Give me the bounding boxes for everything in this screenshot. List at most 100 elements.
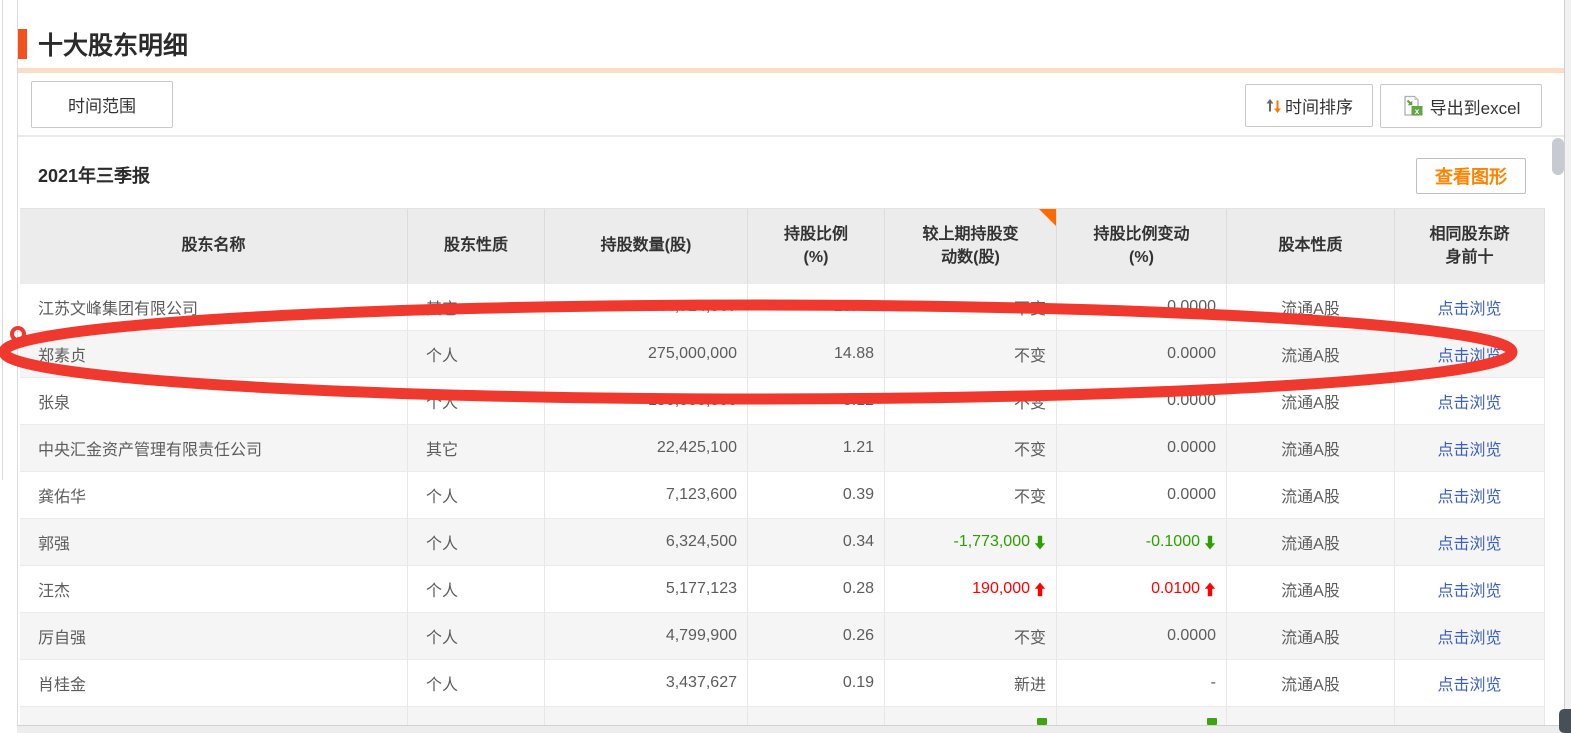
cell-shareholder-nature: 个人 — [408, 331, 545, 377]
cell-holding-ratio: 0.26 — [748, 613, 885, 659]
column-header: 持股数量(股) — [545, 209, 748, 283]
page-title: 十大股东明细 — [38, 26, 188, 62]
view-link[interactable]: 点击浏览 — [1437, 483, 1501, 507]
cell-ratio-change: 0.0000 — [1057, 378, 1227, 424]
cell-shares-held: 5,177,123 — [545, 566, 748, 612]
cell-empty — [885, 707, 1057, 725]
cell-equity-nature: 流通A股 — [1227, 472, 1395, 518]
column-header: 较上期持股变 动数(股) — [885, 209, 1057, 283]
cell-shares-held: 4,799,900 — [545, 613, 748, 659]
cell-shareholder-name: 张泉 — [20, 378, 408, 424]
cell-shareholder-name: 郭强 — [20, 519, 408, 565]
cell-shares-held: 7,123,600 — [545, 472, 748, 518]
cell-shareholder-nature: 个人 — [408, 519, 545, 565]
column-header: 持股比例 (%) — [748, 209, 885, 283]
sort-arrows-icon — [1265, 98, 1283, 114]
view-chart-label: 查看图形 — [1435, 163, 1507, 189]
cell-shareholder-nature: 其它 — [408, 425, 545, 471]
view-link[interactable]: 点击浏览 — [1437, 342, 1501, 366]
time-range-button[interactable]: 时间范围 — [31, 81, 173, 128]
window-right-edge — [1564, 0, 1571, 733]
cell-equity-nature: 流通A股 — [1227, 660, 1395, 706]
cell-shareholder-nature: 个人 — [408, 566, 545, 612]
cell-holding-ratio: 0.34 — [748, 519, 885, 565]
cell-share-change: 新进 — [885, 660, 1057, 706]
green-arrow-tip — [1037, 718, 1047, 725]
cell-ratio-change: 0.0000 — [1057, 472, 1227, 518]
view-link[interactable]: 点击浏览 — [1437, 671, 1501, 695]
cell-equity-nature: 流通A股 — [1227, 613, 1395, 659]
view-link[interactable]: 点击浏览 — [1437, 530, 1501, 554]
view-link[interactable]: 点击浏览 — [1437, 389, 1501, 413]
cell-shareholder-name: 汪杰 — [20, 566, 408, 612]
cell-equity-nature: 流通A股 — [1227, 284, 1395, 330]
cell-shareholder-nature: 个人 — [408, 660, 545, 706]
table-row: 郭强个人6,324,5000.34-1,773,000-0.1000流通A股点击… — [20, 518, 1545, 565]
cell-track-link: 点击浏览 — [1395, 425, 1545, 471]
column-header: 股东性质 — [408, 209, 545, 283]
cell-equity-nature: 流通A股 — [1227, 425, 1395, 471]
cell-track-link: 点击浏览 — [1395, 613, 1545, 659]
table-row: 中央汇金资产管理有限责任公司其它22,425,1001.21不变0.0000流通… — [20, 424, 1545, 471]
bottom-cutoff-band — [17, 725, 1564, 733]
cell-shareholder-nature: 个人 — [408, 472, 545, 518]
table-row: 张泉个人150,000,0008.12不变0.0000流通A股点击浏览 — [20, 377, 1545, 424]
cell-share-change: 不变 — [885, 331, 1057, 377]
view-link[interactable]: 点击浏览 — [1437, 295, 1501, 319]
cell-track-link: 点击浏览 — [1395, 472, 1545, 518]
shareholders-table: 股东名称股东性质持股数量(股)持股比例 (%)较上期持股变 动数(股)持股比例变… — [20, 208, 1545, 725]
cell-track-link: 点击浏览 — [1395, 566, 1545, 612]
cell-shareholder-nature: 个人 — [408, 613, 545, 659]
cell-shareholder-name: 龚佑华 — [20, 472, 408, 518]
cell-holding-ratio: 0.19 — [748, 660, 885, 706]
cell-equity-nature: 流通A股 — [1227, 331, 1395, 377]
view-link[interactable]: 点击浏览 — [1437, 436, 1501, 460]
cell-ratio-change: - — [1057, 660, 1227, 706]
corner-marker-icon — [1039, 209, 1056, 226]
cell-holding-ratio: 0.39 — [748, 472, 885, 518]
view-link[interactable]: 点击浏览 — [1437, 577, 1501, 601]
cell-empty — [1227, 707, 1395, 725]
cell-empty — [748, 707, 885, 725]
table-row: 江苏文峰集团有限公司其它544,724,56729.48不变0.0000流通A股… — [20, 283, 1545, 330]
cell-empty — [545, 707, 748, 725]
table-row: 郑素贞个人275,000,00014.88不变0.0000流通A股点击浏览 — [20, 330, 1545, 377]
column-header: 股本性质 — [1227, 209, 1395, 283]
cell-shares-held: 275,000,000 — [545, 331, 748, 377]
table-row-partial — [20, 706, 1545, 725]
cell-holding-ratio: 29.48 — [748, 284, 885, 330]
cell-ratio-change: 0.0000 — [1057, 331, 1227, 377]
time-sort-button[interactable]: 时间排序 — [1245, 84, 1373, 127]
cell-share-change: -1,773,000 — [885, 519, 1057, 565]
cell-empty — [1395, 707, 1545, 725]
view-chart-button[interactable]: 查看图形 — [1416, 158, 1526, 194]
page-edge-line — [2, 0, 3, 480]
column-header: 相同股东跻 身前十 — [1395, 209, 1545, 283]
cell-ratio-change: 0.0100 — [1057, 566, 1227, 612]
scrollbar-thumb[interactable] — [1552, 138, 1564, 175]
cell-empty — [1057, 707, 1227, 725]
cell-shareholder-name: 肖桂金 — [20, 660, 408, 706]
view-link[interactable]: 点击浏览 — [1437, 624, 1501, 648]
cell-track-link: 点击浏览 — [1395, 284, 1545, 330]
toolbar-separator — [18, 135, 1564, 137]
cell-shares-held: 3,437,627 — [545, 660, 748, 706]
side-widget-partial[interactable] — [1559, 709, 1571, 733]
cell-shareholder-nature: 个人 — [408, 378, 545, 424]
sort-label: 时间排序 — [1285, 93, 1353, 118]
cell-equity-nature: 流通A股 — [1227, 378, 1395, 424]
cell-ratio-change: 0.0000 — [1057, 613, 1227, 659]
time-range-label: 时间范围 — [68, 92, 136, 117]
cell-share-change: 不变 — [885, 472, 1057, 518]
cell-shares-held: 22,425,100 — [545, 425, 748, 471]
cell-empty — [408, 707, 545, 725]
cell-share-change: 不变 — [885, 284, 1057, 330]
cell-shareholder-name: 江苏文峰集团有限公司 — [20, 284, 408, 330]
cell-holding-ratio: 0.28 — [748, 566, 885, 612]
section-divider — [18, 68, 1564, 73]
export-excel-button[interactable]: x 导出到excel — [1380, 84, 1542, 128]
cell-holding-ratio: 1.21 — [748, 425, 885, 471]
cell-share-change: 不变 — [885, 378, 1057, 424]
excel-icon: x — [1402, 95, 1425, 118]
cell-ratio-change: 0.0000 — [1057, 284, 1227, 330]
